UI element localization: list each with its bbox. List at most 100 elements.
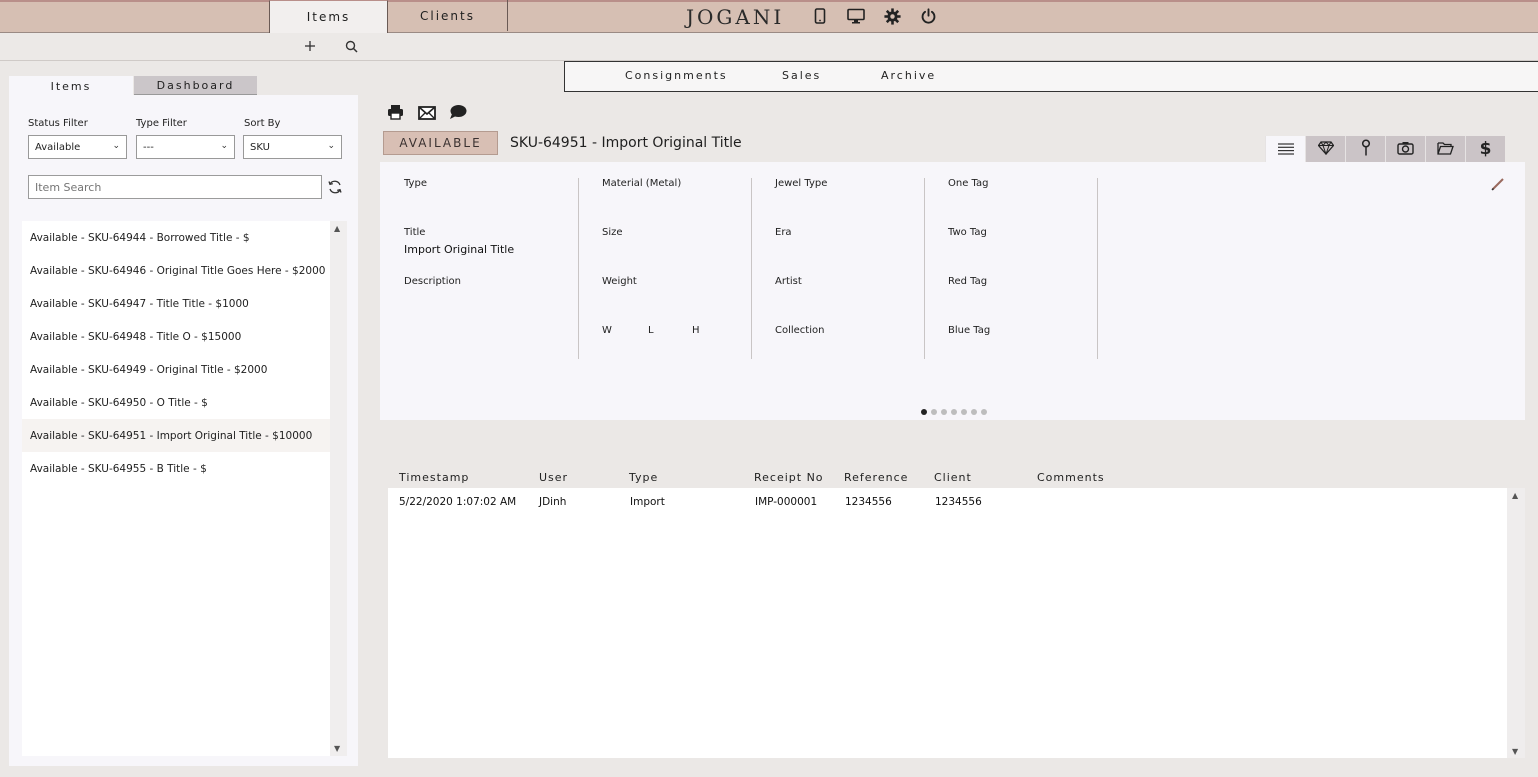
page-dot-active[interactable] <box>921 409 927 415</box>
plus-icon[interactable] <box>301 37 319 55</box>
diamond-icon <box>1317 140 1334 159</box>
column-header-user[interactable]: User <box>539 471 568 484</box>
height-label: H <box>692 325 700 336</box>
column-header-timestamp[interactable]: Timestamp <box>399 471 469 484</box>
item-list-scrollbar[interactable]: ▲ ▼ <box>330 221 347 756</box>
weight-label: Weight <box>602 276 637 287</box>
camera-icon <box>1397 140 1414 159</box>
comment-icon[interactable] <box>449 104 467 120</box>
left-tab-items-label: Items <box>50 79 92 93</box>
list-item[interactable]: Available - SKU-64955 - B Title - $ <box>22 452 330 485</box>
view-tab-details[interactable] <box>1265 136 1305 162</box>
scroll-down-icon[interactable]: ▼ <box>334 744 340 753</box>
jewel-type-label: Jewel Type <box>775 178 828 189</box>
status-badge: AVAILABLE <box>383 131 498 155</box>
item-search-input[interactable] <box>28 175 322 199</box>
length-label: L <box>648 325 654 336</box>
dollar-icon: $ <box>1479 139 1492 159</box>
left-tab-items[interactable]: Items <box>9 76 133 96</box>
tab-clients-label: Clients <box>420 8 475 23</box>
refresh-icon[interactable] <box>327 179 343 195</box>
scroll-up-icon[interactable]: ▲ <box>1512 491 1518 500</box>
list-item-label: Available - SKU-64955 - B Title - $ <box>30 462 207 475</box>
column-header-receipt-no[interactable]: Receipt No <box>754 471 824 484</box>
list-item[interactable]: Available - SKU-64944 - Borrowed Title -… <box>22 221 330 254</box>
column-header-client[interactable]: Client <box>934 471 972 484</box>
nav-archive[interactable]: Archive <box>881 69 936 82</box>
logo: JOGANI <box>686 5 785 29</box>
column-header-comments[interactable]: Comments <box>1037 471 1105 484</box>
column-header-type[interactable]: Type <box>629 471 658 484</box>
search-icon[interactable] <box>342 37 360 55</box>
list-item-label: Available - SKU-64947 - Title Title - $1… <box>30 297 249 310</box>
tab-items[interactable]: Items <box>269 0 388 33</box>
folder-icon <box>1437 140 1454 159</box>
type-filter-value: --- <box>143 141 154 153</box>
cell-timestamp: 5/22/2020 1:07:02 AM <box>399 496 517 508</box>
list-item-selected[interactable]: Available - SKU-64951 - Import Original … <box>22 419 330 452</box>
page-dot[interactable] <box>931 409 937 415</box>
view-tab-pricing[interactable]: $ <box>1465 136 1505 162</box>
column-divider <box>1097 178 1098 359</box>
list-item-label: Available - SKU-64948 - Title O - $15000 <box>30 330 242 343</box>
two-tag-label: Two Tag <box>948 227 987 238</box>
edit-pencil-icon[interactable] <box>1491 176 1505 191</box>
history-table-body <box>388 488 1507 758</box>
cell-receipt-no: IMP-000001 <box>755 496 818 508</box>
scroll-down-icon[interactable]: ▼ <box>1512 747 1518 756</box>
one-tag-label: One Tag <box>948 178 989 189</box>
material-label: Material (Metal) <box>602 178 682 189</box>
chevron-down-icon: ⌄ <box>220 141 228 151</box>
gear-icon[interactable] <box>882 6 902 26</box>
size-label: Size <box>602 227 623 238</box>
column-header-reference[interactable]: Reference <box>844 471 908 484</box>
list-icon <box>1277 140 1294 159</box>
page-dot[interactable] <box>961 409 967 415</box>
column-divider <box>924 178 925 359</box>
view-tab-photos[interactable] <box>1385 136 1425 162</box>
status-filter-label: Status Filter <box>28 118 88 129</box>
tablet-icon[interactable] <box>810 6 830 26</box>
list-item[interactable]: Available - SKU-64946 - Original Title G… <box>22 254 330 287</box>
item-title: SKU-64951 - Import Original Title <box>510 135 742 151</box>
list-item-label: Available - SKU-64944 - Borrowed Title -… <box>30 231 250 244</box>
view-tab-files[interactable] <box>1425 136 1465 162</box>
list-item-label: Available - SKU-64949 - Original Title -… <box>30 363 268 376</box>
list-item[interactable]: Available - SKU-64948 - Title O - $15000 <box>22 320 330 353</box>
page-dot[interactable] <box>951 409 957 415</box>
sort-by-label: Sort By <box>244 118 281 129</box>
artist-label: Artist <box>775 276 802 287</box>
list-item[interactable]: Available - SKU-64949 - Original Title -… <box>22 353 330 386</box>
scroll-up-icon[interactable]: ▲ <box>334 224 340 233</box>
print-icon[interactable] <box>387 104 404 120</box>
status-filter-select[interactable]: Available ⌄ <box>28 135 127 159</box>
list-item-label: Available - SKU-64950 - O Title - $ <box>30 396 208 409</box>
collection-label: Collection <box>775 325 825 336</box>
view-tab-gems[interactable] <box>1305 136 1345 162</box>
tab-clients[interactable]: Clients <box>388 0 508 31</box>
history-scrollbar[interactable]: ▲ ▼ <box>1507 488 1525 758</box>
page-dot[interactable] <box>971 409 977 415</box>
cell-user: JDinh <box>539 496 567 508</box>
left-tab-dashboard[interactable]: Dashboard <box>134 76 257 95</box>
nav-sales[interactable]: Sales <box>782 69 821 82</box>
list-item[interactable]: Available - SKU-64950 - O Title - $ <box>22 386 330 419</box>
email-icon[interactable] <box>418 105 436 120</box>
page-dot[interactable] <box>981 409 987 415</box>
blue-tag-label: Blue Tag <box>948 325 991 336</box>
title-value: Import Original Title <box>404 243 515 256</box>
power-icon[interactable] <box>918 6 938 26</box>
list-item[interactable]: Available - SKU-64947 - Title Title - $1… <box>22 287 330 320</box>
cell-client: 1234556 <box>935 496 982 508</box>
nav-consignments[interactable]: Consignments <box>625 69 728 82</box>
left-tab-dashboard-label: Dashboard <box>156 78 235 92</box>
sort-by-value: SKU <box>250 141 270 153</box>
sort-by-select[interactable]: SKU ⌄ <box>243 135 342 159</box>
desktop-icon[interactable] <box>846 6 866 26</box>
column-divider <box>578 178 579 359</box>
page-dot[interactable] <box>941 409 947 415</box>
item-details-card <box>380 162 1525 420</box>
type-filter-select[interactable]: --- ⌄ <box>136 135 235 159</box>
width-label: W <box>602 325 612 336</box>
view-tab-location[interactable] <box>1345 136 1385 162</box>
